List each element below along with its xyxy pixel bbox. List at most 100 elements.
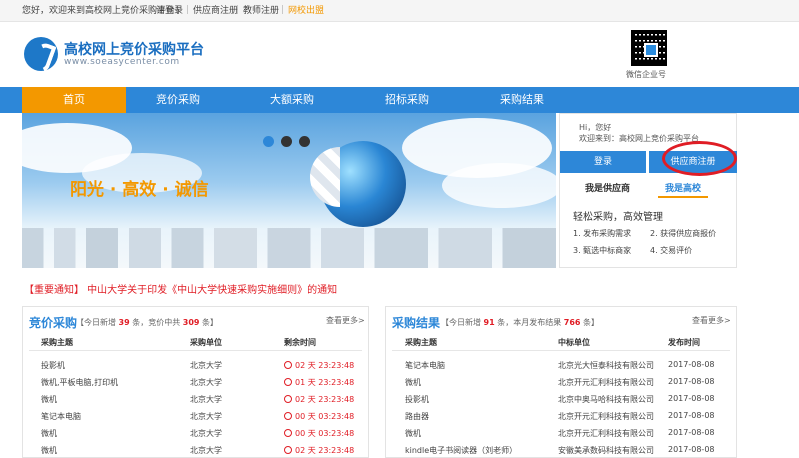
table-row-winner: 北京中奥马哈科技有限公司 — [558, 395, 654, 404]
table-row-subject[interactable]: 笔记本电脑 — [41, 411, 81, 422]
header-divider — [29, 350, 362, 351]
table-row-date: 2017-08-08 — [668, 360, 715, 369]
table-row-remaining: 01 天 23:23:48 — [284, 377, 354, 388]
results-more-link[interactable]: 查看更多> — [692, 315, 731, 326]
column-header: 采购主题 — [405, 338, 437, 347]
table-row-subject[interactable]: 路由器 — [405, 411, 429, 422]
bidding-title[interactable]: 竞价采购 — [29, 314, 77, 331]
nav-home[interactable]: 首页 — [22, 87, 126, 113]
clock-icon — [284, 429, 292, 437]
table-row-subject[interactable]: 投影机 — [405, 394, 429, 405]
month-count: 766 — [563, 318, 581, 327]
carousel-dot[interactable] — [281, 136, 292, 147]
table-row-subject[interactable]: 微机 — [41, 394, 57, 405]
column-header: 中标单位 — [558, 338, 590, 347]
clock-icon — [284, 412, 292, 420]
remaining-text: 02 天 23:23:48 — [295, 446, 355, 455]
table-row-date: 2017-08-08 — [668, 394, 715, 403]
table-row-winner: 安徽美承数码科技有限公司 — [558, 446, 654, 455]
column-header: 采购主题 — [41, 338, 73, 347]
table-row-subject[interactable]: 微机 — [41, 428, 57, 439]
teacher-register-link[interactable]: 教师注册 — [243, 5, 279, 17]
bidding-panel: 竞价采购 【今日新增 39 条，竞价中共 309 条】 查看更多> 采购主题 采… — [22, 306, 369, 458]
bidding-stats: 【今日新增 39 条，竞价中共 309 条】 — [76, 317, 218, 328]
header-divider — [392, 350, 730, 351]
column-header: 发布时间 — [668, 338, 700, 347]
qr-label: 微信企业号 — [626, 70, 666, 79]
clock-icon — [284, 395, 292, 403]
login-button[interactable]: 登录 — [560, 151, 646, 173]
table-row-unit: 北京大学 — [190, 446, 222, 455]
column-header: 剩余时间 — [284, 338, 316, 347]
carousel-dot[interactable] — [263, 136, 274, 147]
panel-slogan: 轻松采购，高效管理 — [573, 212, 663, 223]
table-row-subject[interactable]: 投影机 — [41, 360, 65, 371]
tab-supplier[interactable]: 我是供应商 — [585, 181, 630, 198]
table-row-subject[interactable]: 微机,平板电脑,打印机 — [41, 377, 118, 388]
stats-text: 【今日新增 — [441, 318, 481, 327]
table-row-remaining: 02 天 23:23:48 — [284, 360, 354, 371]
table-row-subject[interactable]: 微机 — [405, 428, 421, 439]
remaining-text: 00 天 03:23:48 — [295, 412, 355, 421]
table-row-remaining: 00 天 03:23:48 — [284, 411, 354, 422]
remaining-text: 01 天 23:23:48 — [295, 378, 355, 387]
logo-icon[interactable] — [24, 37, 58, 71]
bidding-more-link[interactable]: 查看更多> — [326, 315, 365, 326]
table-row-remaining: 00 天 03:23:48 — [284, 428, 354, 439]
table-row-subject[interactable]: 微机 — [405, 377, 421, 388]
nav-bidding[interactable]: 竞价采购 — [126, 87, 230, 113]
column-header: 采购单位 — [190, 338, 222, 347]
site-title[interactable]: 高校网上竞价采购平台 — [64, 39, 204, 59]
table-row-unit: 北京大学 — [190, 412, 222, 421]
step-item: 2. 获得供应商报价 — [650, 229, 717, 238]
globe-image — [310, 141, 406, 227]
remaining-text: 02 天 23:23:48 — [295, 395, 355, 404]
login-link[interactable]: 请登录 — [156, 5, 183, 17]
divider: | — [281, 5, 285, 15]
table-row-winner: 北京开元汇利科技有限公司 — [558, 429, 654, 438]
top-bar: 您好，欢迎来到高校网上竞价采购平台！ | 请登录 | 供应商注册 | 教师注册 … — [0, 0, 799, 22]
clock-icon — [284, 361, 292, 369]
supplier-register-button[interactable]: 供应商注册 — [649, 151, 737, 173]
remaining-text: 02 天 23:23:48 — [295, 361, 355, 370]
table-row-unit: 北京大学 — [190, 378, 222, 387]
supplier-register-link[interactable]: 供应商注册 — [193, 5, 238, 17]
carousel-dot[interactable] — [299, 136, 310, 147]
table-row-winner: 北京开元汇利科技有限公司 — [558, 378, 654, 387]
table-row-subject[interactable]: kindle电子书阅读器（刘老师） — [405, 445, 517, 456]
divider: | — [148, 5, 152, 15]
city-skyline — [22, 228, 556, 268]
active-count: 309 — [182, 318, 200, 327]
nav-results[interactable]: 采购结果 — [470, 87, 574, 113]
nav-large-purchase[interactable]: 大额采购 — [240, 87, 344, 113]
campus-portal-link[interactable]: 网校出盟 — [288, 5, 324, 17]
results-title[interactable]: 采购结果 — [392, 314, 440, 331]
banner-slogan: 阳光 · 高效 · 诚信 — [70, 180, 209, 200]
nav-tender[interactable]: 招标采购 — [355, 87, 459, 113]
clock-icon — [284, 446, 292, 454]
step-item: 3. 甄选中标商家 — [573, 246, 632, 255]
site-url: www.soeasycenter.com — [64, 57, 180, 67]
table-row-winner: 北京开元汇利科技有限公司 — [558, 412, 654, 421]
table-row-remaining: 02 天 23:23:48 — [284, 394, 354, 405]
table-row-remaining: 02 天 23:23:48 — [284, 445, 354, 456]
new-count: 39 — [118, 318, 130, 327]
qr-code-icon — [631, 30, 667, 66]
login-panel: Hi，您好 欢迎来到：高校网上竞价采购平台 登录 供应商注册 我是供应商 我是高… — [559, 113, 737, 268]
stats-text: 条，竞价中共 — [132, 318, 181, 327]
table-row-winner: 北京光大恒泰科技有限公司 — [558, 361, 654, 370]
results-panel: 采购结果 【今日新增 91 条，本月发布结果 766 条】 查看更多> 采购主题… — [385, 306, 737, 458]
main-nav: 首页 竞价采购 大额采购 招标采购 采购结果 — [0, 87, 799, 113]
stats-text: 【今日新增 — [76, 318, 116, 327]
remaining-text: 00 天 03:23:48 — [295, 429, 355, 438]
stats-text: 条】 — [583, 318, 600, 327]
cloud-decoration — [442, 163, 556, 208]
table-row-date: 2017-08-08 — [668, 411, 715, 420]
table-row-subject[interactable]: 笔记本电脑 — [405, 360, 445, 371]
table-row-date: 2017-08-08 — [668, 445, 715, 454]
new-count: 91 — [483, 318, 495, 327]
panel-greeting: Hi，您好 — [579, 123, 612, 132]
table-row-subject[interactable]: 微机 — [41, 445, 57, 456]
important-notice[interactable]: 【重要通知】 中山大学关于印发《中山大学快速采购实施细则》的通知 — [24, 281, 337, 296]
tab-school[interactable]: 我是高校 — [658, 181, 708, 198]
